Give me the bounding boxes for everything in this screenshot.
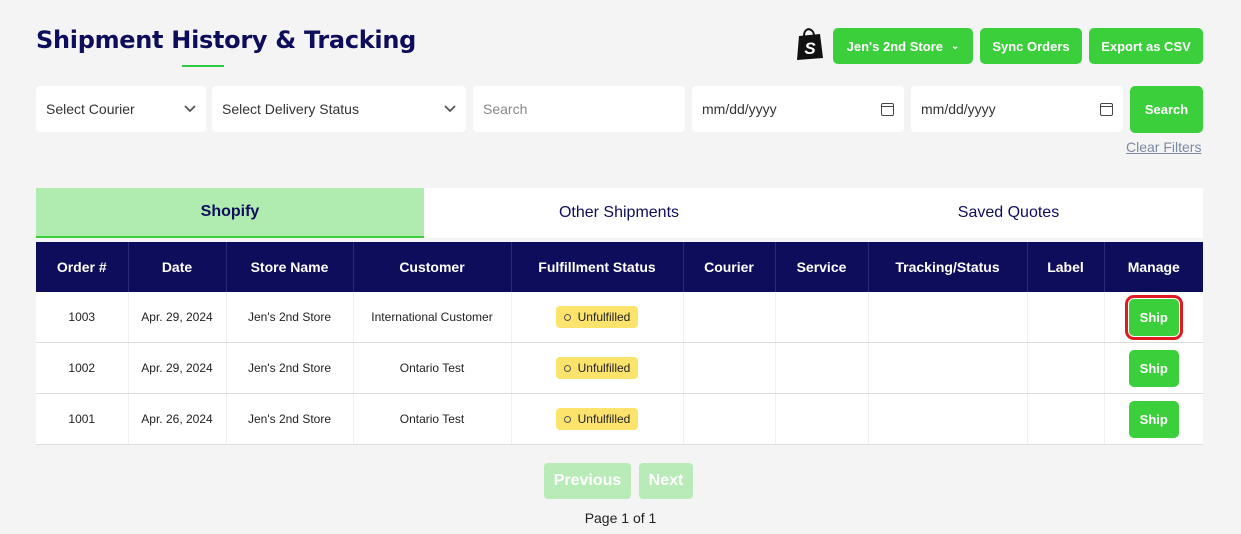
chevron-down-icon: ⌄ [950,40,960,52]
column-header-date[interactable]: Date [128,242,227,292]
order-number: 1003 [36,292,129,343]
search-placeholder: Search [483,101,528,117]
status-badge-label: Unfulfilled [577,310,631,324]
fulfillment-status-cell: Unfulfilled [511,393,684,445]
tab-saved-quotes[interactable]: Saved Quotes [814,188,1203,238]
column-header-order[interactable]: Order # [36,242,129,292]
date-from-field[interactable]: mm/dd/yyyy [692,86,904,132]
circle-icon [563,313,571,321]
svg-text:S: S [804,39,816,58]
date-to-field[interactable]: mm/dd/yyyy [911,86,1123,132]
fulfillment-status-cell: Unfulfilled [511,342,684,394]
page-title: Shipment History & Tracking [36,26,417,54]
manage-cell: Ship [1104,342,1203,394]
service-cell [775,292,869,343]
column-header-courier[interactable]: Courier [683,242,776,292]
service-cell [775,342,869,394]
courier-select[interactable]: Select Courier [36,86,206,132]
order-date: Apr. 29, 2024 [128,342,227,394]
courier-cell [683,292,776,343]
status-badge-label: Unfulfilled [577,361,631,375]
status-badge-label: Unfulfilled [577,412,631,426]
column-header-service[interactable]: Service [775,242,869,292]
store-name: Jen's 2nd Store [226,342,354,394]
date-from-value: mm/dd/yyyy [702,101,777,117]
tab-other-shipments[interactable]: Other Shipments [424,188,814,238]
previous-page-button[interactable]: Previous [544,463,631,499]
tracking-cell [868,393,1028,445]
calendar-icon[interactable] [1100,102,1113,116]
courier-cell [683,342,776,394]
calendar-icon[interactable] [881,102,894,116]
fulfillment-status-cell: Unfulfilled [511,292,684,343]
date-to-value: mm/dd/yyyy [921,101,996,117]
delivery-status-label: Select Delivery Status [222,101,359,117]
chevron-down-icon [184,105,196,113]
manage-cell: Ship [1104,393,1203,445]
service-cell [775,393,869,445]
table-row: 1002 Apr. 29, 2024 Jen's 2nd Store Ontar… [36,342,1203,394]
status-badge: Unfulfilled [555,357,639,379]
column-header-customer[interactable]: Customer [353,242,512,292]
store-select-label: Jen's 2nd Store [846,38,943,54]
ship-button[interactable]: Ship [1124,294,1183,340]
tracking-cell [868,292,1028,343]
status-badge: Unfulfilled [555,408,639,430]
store-select-button[interactable]: Jen's 2nd Store ⌄ [833,28,973,64]
search-button[interactable]: Search [1130,86,1203,133]
label-cell [1027,292,1105,343]
tracking-cell [868,342,1028,394]
export-csv-button[interactable]: Export as CSV [1089,28,1203,64]
store-name: Jen's 2nd Store [226,292,354,343]
order-number: 1002 [36,342,129,394]
label-cell [1027,342,1105,394]
order-number: 1001 [36,393,129,445]
search-input[interactable]: Search [473,86,685,132]
store-name: Jen's 2nd Store [226,393,354,445]
sync-orders-button[interactable]: Sync Orders [980,28,1082,64]
customer-name: Ontario Test [353,393,512,445]
order-date: Apr. 26, 2024 [128,393,227,445]
column-header-label[interactable]: Label [1027,242,1105,292]
customer-name: International Customer [353,292,512,343]
manage-cell: Ship [1104,292,1203,343]
customer-name: Ontario Test [353,342,512,394]
column-header-store-name[interactable]: Store Name [226,242,354,292]
table-row: 1001 Apr. 26, 2024 Jen's 2nd Store Ontar… [36,393,1203,445]
tab-shopify[interactable]: Shopify [36,188,424,238]
next-page-button[interactable]: Next [639,463,693,499]
page-indicator: Page 1 of 1 [584,510,657,526]
column-header-manage: Manage [1104,242,1203,292]
ship-button[interactable]: Ship [1128,349,1179,387]
ship-button[interactable]: Ship [1128,400,1179,438]
table-header-row: Order # Date Store Name Customer Fulfill… [36,242,1203,292]
courier-cell [683,393,776,445]
column-header-fulfillment-status[interactable]: Fulfillment Status [511,242,684,292]
order-date: Apr. 29, 2024 [128,292,227,343]
column-header-tracking-status[interactable]: Tracking/Status [868,242,1028,292]
label-cell [1027,393,1105,445]
courier-select-label: Select Courier [46,101,135,117]
chevron-down-icon [444,105,456,113]
status-badge: Unfulfilled [555,306,639,328]
clear-filters-link[interactable]: Clear Filters [1126,139,1201,155]
circle-icon [563,364,571,372]
circle-icon [563,415,571,423]
delivery-status-select[interactable]: Select Delivery Status [212,86,466,132]
title-underline [182,65,224,67]
shopify-bag-icon: S [797,28,823,60]
tab-bar: Shopify Other Shipments Saved Quotes [36,188,1203,238]
table-row: 1003 Apr. 29, 2024 Jen's 2nd Store Inter… [36,292,1203,343]
shipments-table: Order # Date Store Name Customer Fulfill… [36,242,1203,445]
